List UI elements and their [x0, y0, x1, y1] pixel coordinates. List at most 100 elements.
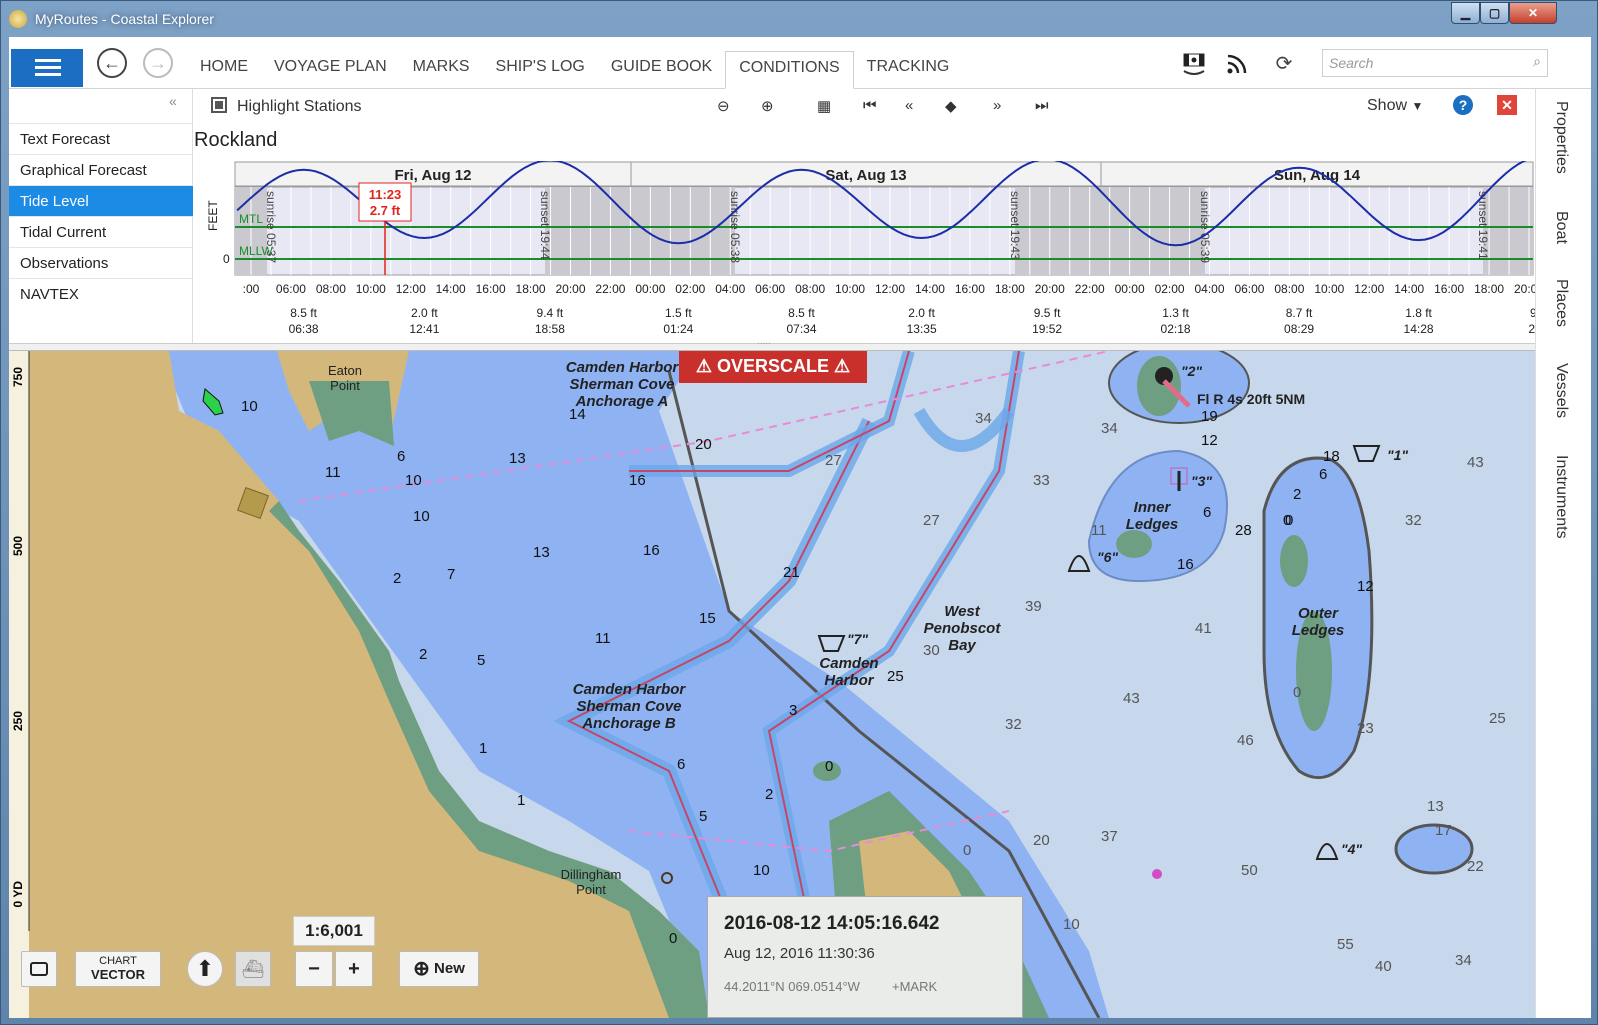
- extreme-level: 2.0 ft: [908, 306, 935, 320]
- sidebar-item-tide-level[interactable]: Tide Level: [9, 185, 202, 216]
- first-icon[interactable]: ⏮: [863, 97, 877, 114]
- hour-label: 16:00: [955, 282, 985, 296]
- sidebar-item-navtex[interactable]: NAVTEX: [9, 278, 193, 309]
- close-panel-button[interactable]: ✕: [1497, 95, 1517, 115]
- zoom-out-icon[interactable]: ⊖: [717, 97, 730, 115]
- tab-voyage-plan[interactable]: VOYAGE PLAN: [261, 51, 400, 89]
- north-up-button[interactable]: ⬆: [187, 951, 223, 987]
- hour-label: 12:00: [396, 282, 426, 296]
- search-input[interactable]: Search ⌕: [1322, 49, 1548, 77]
- info-date: Aug 12, 2016 11:30:36: [724, 945, 875, 962]
- zoom-in-icon[interactable]: ⊕: [761, 97, 774, 115]
- mark-link[interactable]: +MARK: [892, 979, 937, 994]
- hour-label: 20:00: [555, 282, 585, 296]
- hour-label: 08:00: [316, 282, 346, 296]
- view-toggle-button[interactable]: [21, 951, 57, 987]
- sounding: 46: [1237, 732, 1254, 749]
- sounding: 0: [1285, 512, 1293, 529]
- buoy-label: "1": [1387, 447, 1409, 463]
- sounding: 10: [753, 862, 770, 879]
- waypoint-marker[interactable]: [1152, 869, 1162, 879]
- boat-off-icon: ⛴: [241, 959, 265, 979]
- chart-mode-button[interactable]: CHART VECTOR: [75, 951, 161, 987]
- prev-icon[interactable]: «: [905, 97, 913, 114]
- hour-label: 10:00: [356, 282, 386, 296]
- hour-label: 18:00: [516, 282, 546, 296]
- anchorage-a-label: Camden Harbor Sherman Cove Anchorage A: [565, 359, 679, 410]
- extreme-time: 08:29: [1284, 322, 1314, 336]
- show-dropdown[interactable]: Show ▼: [1367, 97, 1423, 115]
- panel-splitter[interactable]: [9, 336, 1535, 351]
- zoom-in-button[interactable]: +: [335, 951, 373, 987]
- tab-properties[interactable]: Properties: [1552, 101, 1570, 174]
- sounding: 11: [1091, 522, 1107, 539]
- menu-icon[interactable]: [11, 49, 83, 87]
- hour-label: 20:00: [1035, 282, 1065, 296]
- sounding: 0: [963, 842, 971, 859]
- chart-mode-caption: CHART: [99, 955, 137, 967]
- outer-ledges-land: [1280, 535, 1308, 587]
- extreme-level: 9.5 ft: [1034, 306, 1061, 320]
- sounding: 0: [1293, 684, 1301, 701]
- dillingham-label: Dillingham Point: [560, 867, 622, 897]
- tab-instruments[interactable]: Instruments: [1552, 455, 1570, 539]
- sounding: 1: [517, 792, 525, 809]
- sounding: 27: [923, 512, 940, 529]
- anchorage-b-label: Camden Harbor Sherman Cove Anchorage B: [572, 681, 686, 732]
- sounding: 27: [825, 452, 842, 469]
- tab-tracking[interactable]: TRACKING: [854, 51, 963, 89]
- back-arrow-icon[interactable]: ←: [97, 48, 127, 78]
- tab-boat[interactable]: Boat: [1552, 211, 1570, 251]
- maximize-button[interactable]: ▢: [1480, 2, 1509, 24]
- chart-map[interactable]: 10 11 6 10 14 20 13 16 10 13 16 2 7 11 15 2 5 1 1 6 5 2 3 0 10 27…: [9, 351, 1535, 1018]
- sounding: 11: [595, 630, 611, 647]
- hour-label: 14:00: [1394, 282, 1424, 296]
- table-icon[interactable]: ▦: [817, 97, 831, 115]
- last-icon[interactable]: ⏭: [1035, 97, 1049, 114]
- tab-home[interactable]: HOME: [187, 51, 261, 89]
- flag-icon[interactable]: [1181, 51, 1207, 77]
- minimize-button[interactable]: ▁: [1451, 2, 1480, 24]
- follow-boat-button[interactable]: ⛴: [235, 951, 271, 987]
- zero-label: 0: [223, 252, 230, 266]
- forward-arrow-icon[interactable]: →: [143, 48, 173, 78]
- search-icon[interactable]: ⌕: [1533, 53, 1541, 70]
- sidebar-item-graphical-forecast[interactable]: Graphical Forecast: [9, 154, 193, 185]
- sounding: 2: [1293, 486, 1301, 503]
- sounding: 5: [477, 652, 485, 669]
- tab-marks[interactable]: MARKS: [400, 51, 483, 89]
- sounding: 16: [629, 472, 646, 489]
- tab-guide-book[interactable]: GUIDE BOOK: [598, 51, 725, 89]
- help-icon[interactable]: ?: [1453, 95, 1473, 115]
- hour-label: 22:00: [595, 282, 625, 296]
- sidebar-item-tidal-current[interactable]: Tidal Current: [9, 216, 193, 247]
- extreme-time: 12:41: [409, 322, 439, 336]
- new-button[interactable]: ⊕ New: [399, 951, 479, 987]
- buoy-label: "3": [1191, 473, 1213, 489]
- buoy-label: "4": [1341, 841, 1363, 857]
- zoom-out-button[interactable]: −: [295, 951, 333, 987]
- sync-icon[interactable]: ⟳: [1271, 51, 1297, 77]
- sidebar-item-observations[interactable]: Observations: [9, 247, 193, 278]
- sounding: 16: [1177, 556, 1194, 573]
- next-icon[interactable]: »: [993, 97, 1001, 114]
- sounding: 1: [479, 740, 487, 757]
- tab-places[interactable]: Places: [1552, 279, 1570, 327]
- tab-conditions[interactable]: CONDITIONS: [725, 51, 854, 89]
- close-window-button[interactable]: ✕: [1509, 2, 1557, 24]
- tab-vessels[interactable]: Vessels: [1552, 363, 1570, 418]
- sounding: 28: [1235, 522, 1252, 539]
- now-icon[interactable]: ◆: [945, 97, 957, 115]
- sounding: 10: [413, 508, 430, 525]
- main-tabs: HOME VOYAGE PLAN MARKS SHIP'S LOG GUIDE …: [187, 51, 962, 89]
- day-label: Sat, Aug 13: [825, 167, 906, 184]
- tide-chart[interactable]: Fri, Aug 12 Sat, Aug 13 Sun, Aug 14 MTL …: [193, 161, 1535, 343]
- collapse-sidebar-button[interactable]: «: [169, 93, 177, 109]
- sounding: 6: [1319, 466, 1327, 483]
- shoal-17: [1394, 823, 1474, 875]
- highlight-stations-toggle[interactable]: Highlight Stations: [211, 97, 362, 116]
- tab-ships-log[interactable]: SHIP'S LOG: [483, 51, 598, 89]
- rss-icon[interactable]: [1224, 51, 1250, 77]
- sidebar-item-text-forecast[interactable]: Text Forecast: [9, 123, 193, 154]
- hour-label: 12:00: [875, 282, 905, 296]
